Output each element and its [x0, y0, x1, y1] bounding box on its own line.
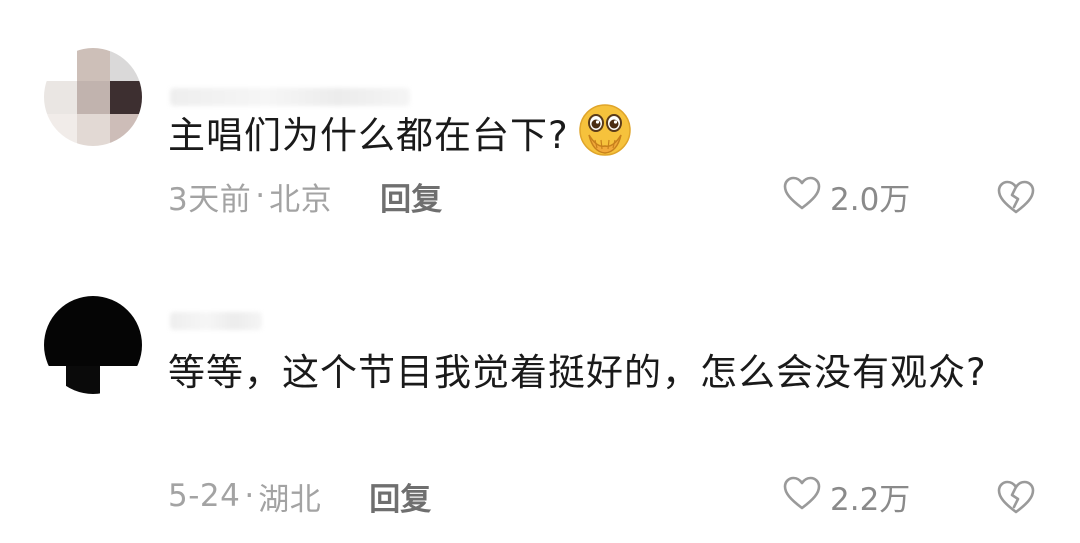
like-count: 2.0万	[830, 181, 911, 218]
heart-outline-icon	[782, 474, 822, 518]
meta-separator: ·	[244, 478, 255, 514]
comment-text-body: 主唱们为什么都在台下?	[168, 114, 569, 157]
heart-outline-icon	[782, 174, 822, 218]
comment-text-body: 等等，这个节目我觉着挺好的，怎么会没有观众?	[168, 351, 987, 394]
comment-time: 5-24	[168, 478, 241, 514]
comment-text: 等等，这个节目我觉着挺好的，怎么会没有观众?	[168, 346, 1018, 400]
pleading-face-emoji-icon	[577, 102, 633, 173]
like-button[interactable]: 2.0万	[782, 174, 911, 218]
dislike-button[interactable]	[996, 478, 1036, 518]
broken-heart-outline-icon	[996, 180, 1036, 222]
username-obscured[interactable]	[170, 312, 262, 330]
reply-button[interactable]: 回复	[369, 474, 431, 519]
like-button[interactable]: 2.2万	[782, 474, 911, 518]
avatar[interactable]	[44, 296, 142, 394]
comment-text: 主唱们为什么都在台下?	[168, 102, 1018, 173]
comment-location: 湖北	[258, 481, 322, 518]
comment-meta: 3天前 · 北京 回复	[168, 174, 442, 219]
dislike-button[interactable]	[996, 178, 1036, 218]
broken-heart-outline-icon	[996, 480, 1036, 522]
meta-separator: ·	[255, 178, 266, 214]
comment-location: 北京	[269, 181, 333, 218]
like-count: 2.2万	[830, 481, 911, 518]
reply-button[interactable]: 回复	[380, 174, 442, 219]
comment-time: 3天前	[168, 181, 252, 218]
comment-meta: 5-24 · 湖北 回复	[168, 474, 431, 519]
avatar[interactable]	[44, 48, 142, 146]
